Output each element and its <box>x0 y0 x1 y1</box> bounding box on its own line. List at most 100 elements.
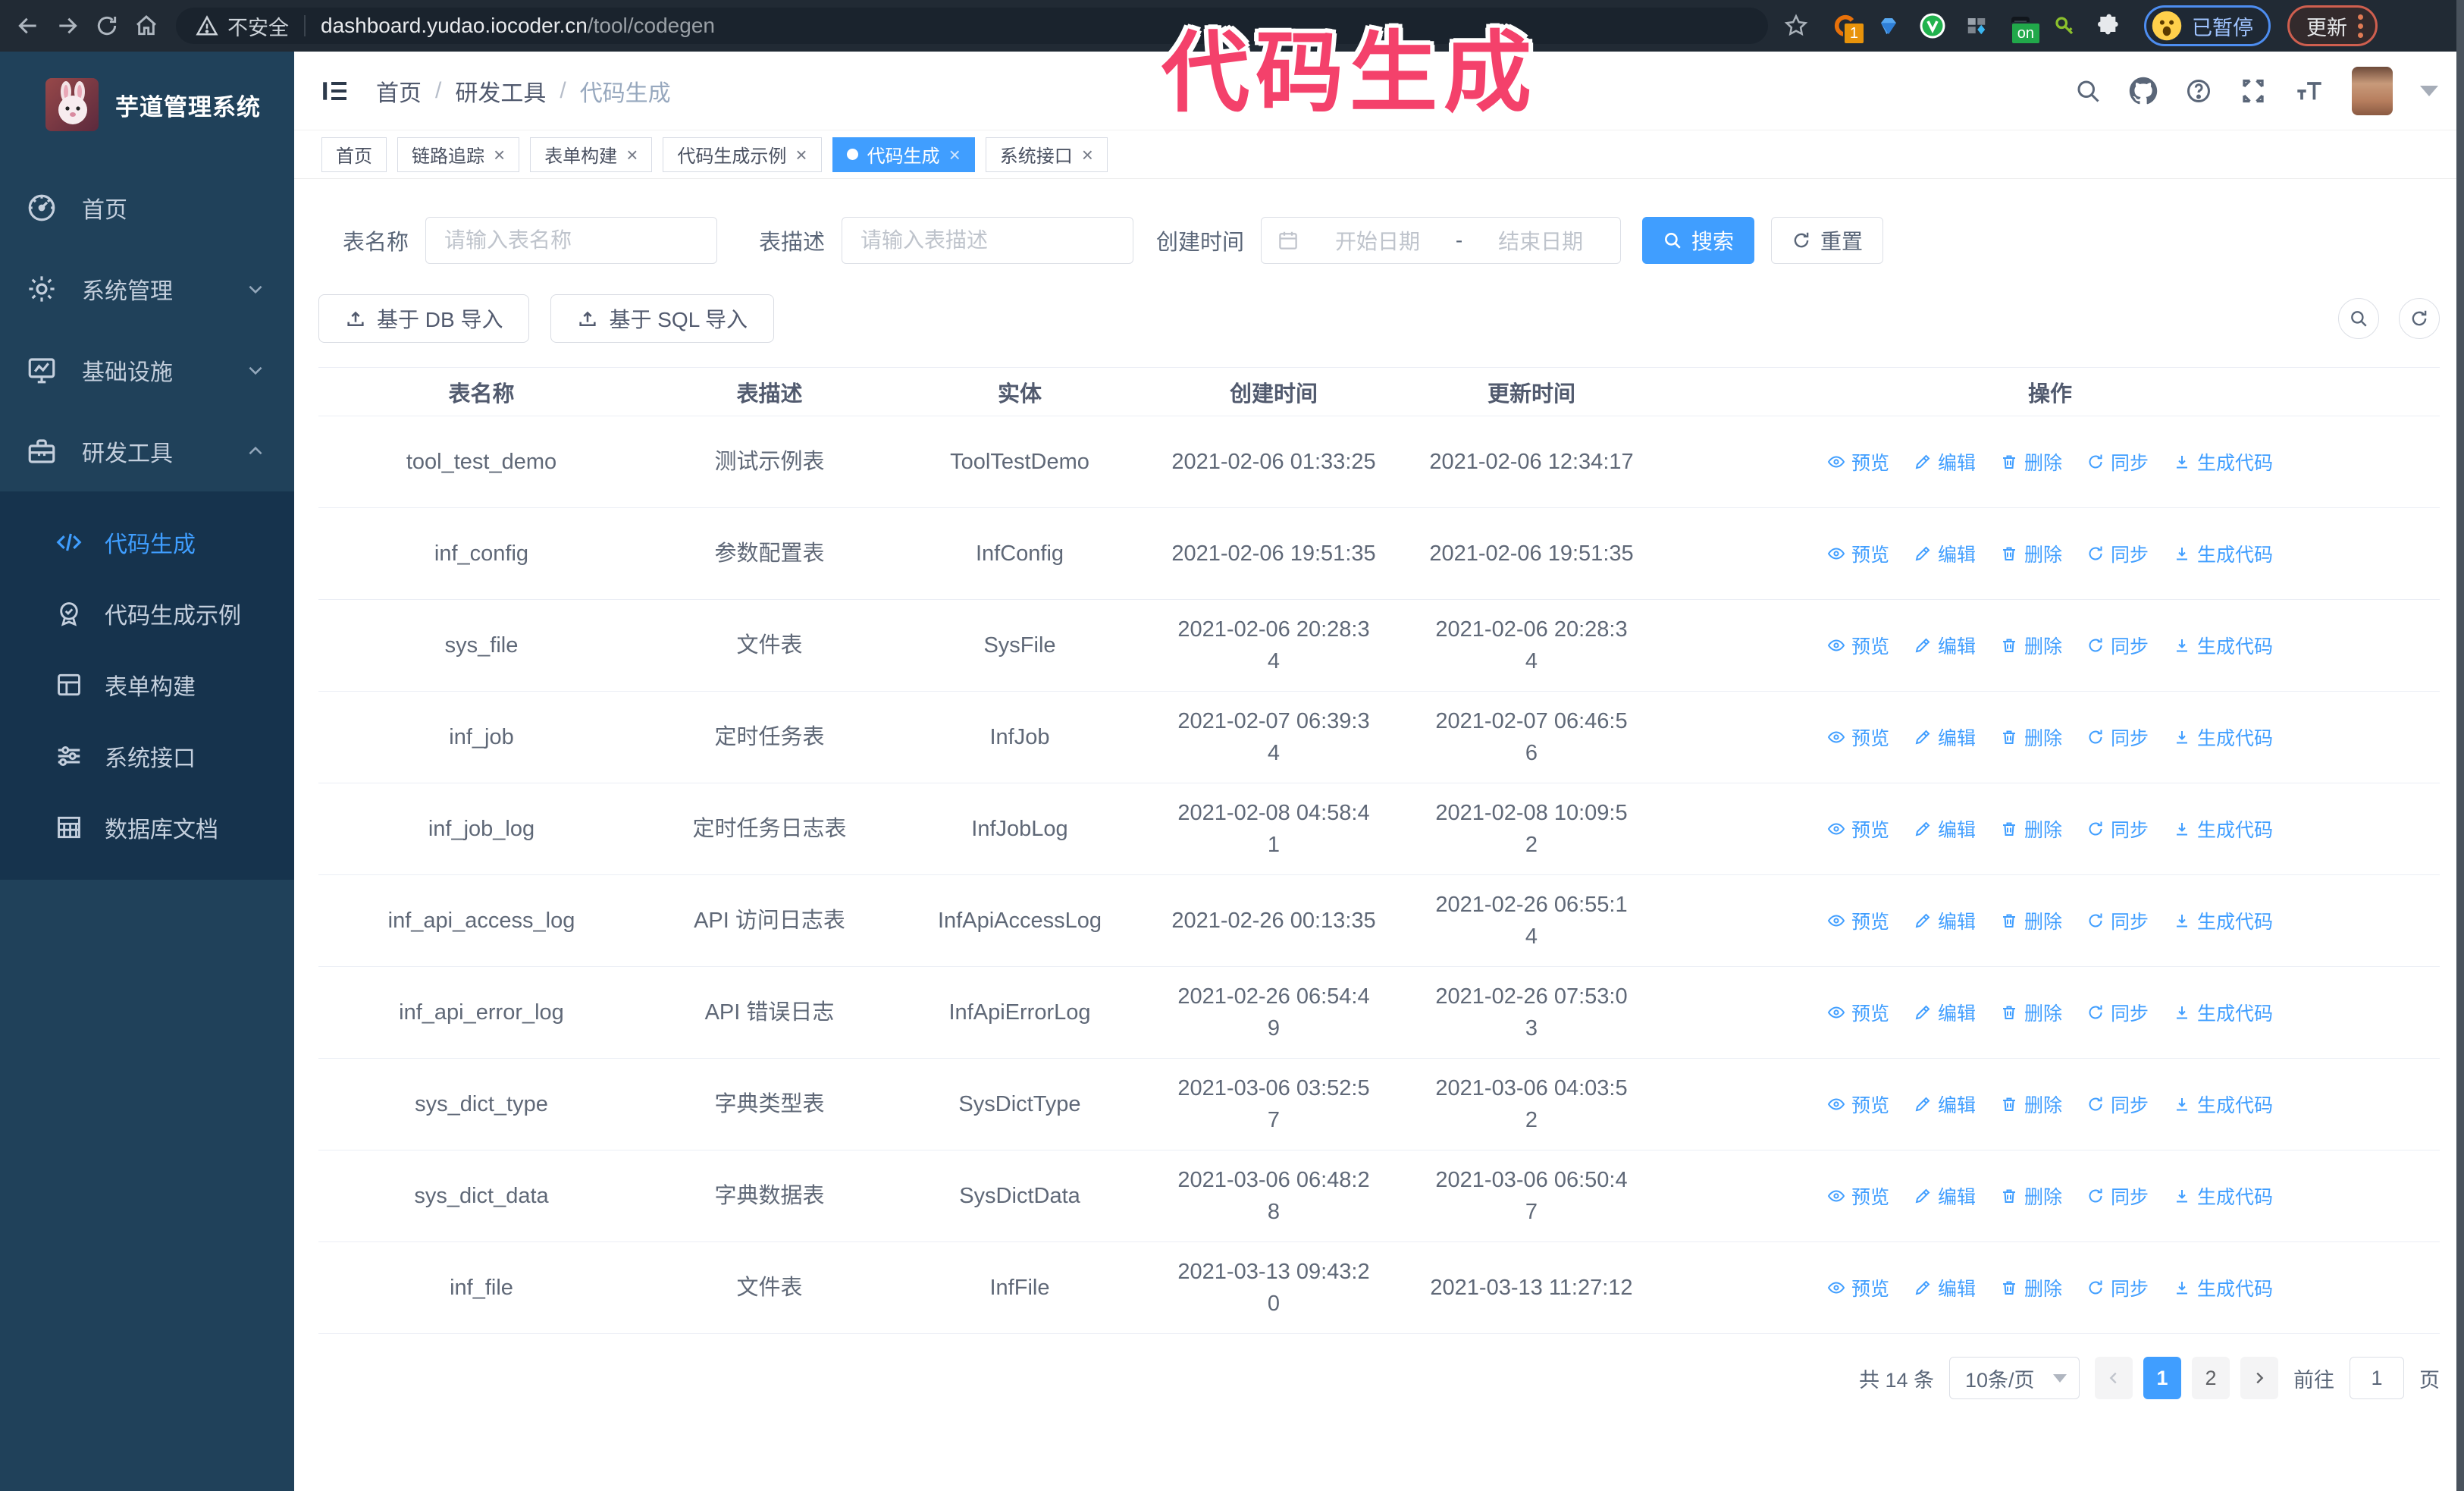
date-range-picker[interactable]: 开始日期 - 结束日期 <box>1261 217 1622 264</box>
tab-系统接口[interactable]: 系统接口 × <box>985 137 1108 172</box>
end-date-placeholder[interactable]: 结束日期 <box>1476 225 1605 256</box>
sidebar-item-infra[interactable]: 基础设施 <box>0 329 294 410</box>
close-tab-icon[interactable]: × <box>795 145 807 165</box>
action-edit-link[interactable]: 编辑 <box>1914 724 1976 751</box>
extension-orange-icon[interactable]: 1 <box>1830 11 1865 45</box>
action-sync-link[interactable]: 同步 <box>2086 448 2149 476</box>
action-edit-link[interactable]: 编辑 <box>1914 907 1976 934</box>
sidebar-subitem-form-builder[interactable]: 表单构建 <box>0 649 294 720</box>
action-delete-link[interactable]: 删除 <box>2000 1091 2062 1118</box>
extension-gem-icon[interactable] <box>1874 11 1903 40</box>
action-download-link[interactable]: 生成代码 <box>2173 1274 2273 1301</box>
extension-dark-on-icon[interactable]: on <box>2006 11 2041 45</box>
close-tab-icon[interactable]: × <box>494 145 505 165</box>
tab-首页[interactable]: 首页 <box>321 137 387 172</box>
tab-表单构建[interactable]: 表单构建 × <box>530 137 653 172</box>
action-edit-link[interactable]: 编辑 <box>1914 1274 1976 1301</box>
table-name-input[interactable] <box>425 217 718 264</box>
action-edit-link[interactable]: 编辑 <box>1914 448 1976 476</box>
action-delete-link[interactable]: 删除 <box>2000 999 2062 1026</box>
action-delete-link[interactable]: 删除 <box>2000 632 2062 659</box>
action-edit-link[interactable]: 编辑 <box>1914 540 1976 567</box>
action-delete-link[interactable]: 删除 <box>2000 540 2062 567</box>
address-bar[interactable]: 不安全 dashboard.yudao.iocoder.cn/tool/code… <box>176 8 1768 44</box>
close-tab-icon[interactable]: × <box>1082 145 1093 165</box>
action-download-link[interactable]: 生成代码 <box>2173 448 2273 476</box>
tab-代码生成[interactable]: 代码生成 × <box>832 137 975 172</box>
action-eye-link[interactable]: 预览 <box>1827 632 1889 659</box>
profile-paused-chip[interactable]: 已暂停 <box>2144 5 2271 46</box>
close-tab-icon[interactable]: × <box>949 145 961 165</box>
extension-green-check-icon[interactable] <box>1918 11 1947 40</box>
insecure-warning-icon[interactable] <box>196 14 218 37</box>
browser-menu-icon[interactable] <box>2358 14 2363 38</box>
action-edit-link[interactable]: 编辑 <box>1914 1091 1976 1118</box>
forward-icon[interactable] <box>50 8 85 43</box>
page-size-select[interactable]: 10条/页 <box>1949 1357 2080 1399</box>
goto-page-input[interactable] <box>2350 1357 2404 1399</box>
sidebar-subitem-system-api[interactable]: 系统接口 <box>0 720 294 792</box>
action-edit-link[interactable]: 编辑 <box>1914 1182 1976 1210</box>
action-download-link[interactable]: 生成代码 <box>2173 540 2273 567</box>
action-eye-link[interactable]: 预览 <box>1827 1274 1889 1301</box>
search-icon[interactable] <box>2074 77 2102 105</box>
action-delete-link[interactable]: 删除 <box>2000 448 2062 476</box>
action-edit-link[interactable]: 编辑 <box>1914 815 1976 843</box>
sidebar-subitem-codegen-example[interactable]: 代码生成示例 <box>0 578 294 649</box>
action-sync-link[interactable]: 同步 <box>2086 815 2149 843</box>
action-download-link[interactable]: 生成代码 <box>2173 1182 2273 1210</box>
action-edit-link[interactable]: 编辑 <box>1914 632 1976 659</box>
action-delete-link[interactable]: 删除 <box>2000 1182 2062 1210</box>
reload-icon[interactable] <box>89 8 124 43</box>
breadcrumb-devtools[interactable]: 研发工具 <box>455 74 546 108</box>
action-download-link[interactable]: 生成代码 <box>2173 632 2273 659</box>
url-path[interactable]: /tool/codegen <box>588 14 715 38</box>
reset-button[interactable]: 重置 <box>1771 217 1884 264</box>
import-db-button[interactable]: 基于 DB 导入 <box>318 294 530 343</box>
page-button-1[interactable]: 1 <box>2143 1357 2181 1399</box>
action-eye-link[interactable]: 预览 <box>1827 448 1889 476</box>
sidebar-item-system[interactable]: 系统管理 <box>0 248 294 329</box>
close-tab-icon[interactable]: × <box>626 145 638 165</box>
action-sync-link[interactable]: 同步 <box>2086 632 2149 659</box>
github-icon[interactable] <box>2129 77 2158 105</box>
action-delete-link[interactable]: 删除 <box>2000 724 2062 751</box>
action-eye-link[interactable]: 预览 <box>1827 724 1889 751</box>
action-sync-link[interactable]: 同步 <box>2086 724 2149 751</box>
help-icon[interactable] <box>2185 77 2212 105</box>
url-host[interactable]: dashboard.yudao.iocoder.cn <box>321 14 588 38</box>
action-sync-link[interactable]: 同步 <box>2086 1182 2149 1210</box>
fullscreen-icon[interactable] <box>2240 77 2267 105</box>
action-eye-link[interactable]: 预览 <box>1827 1091 1889 1118</box>
action-eye-link[interactable]: 预览 <box>1827 999 1889 1026</box>
action-sync-link[interactable]: 同步 <box>2086 999 2149 1026</box>
tab-链路追踪[interactable]: 链路追踪 × <box>397 137 520 172</box>
user-avatar[interactable] <box>2352 66 2393 115</box>
action-delete-link[interactable]: 删除 <box>2000 1274 2062 1301</box>
prev-page-button[interactable] <box>2095 1357 2133 1399</box>
sidebar-subitem-db-doc[interactable]: 数据库文档 <box>0 792 294 863</box>
sidebar-item-devtools[interactable]: 研发工具 <box>0 410 294 491</box>
next-page-button[interactable] <box>2240 1357 2278 1399</box>
search-button[interactable]: 搜索 <box>1642 217 1755 264</box>
action-eye-link[interactable]: 预览 <box>1827 907 1889 934</box>
page-button-2[interactable]: 2 <box>2192 1357 2230 1399</box>
action-download-link[interactable]: 生成代码 <box>2173 907 2273 934</box>
extension-key-icon[interactable] <box>2050 11 2079 40</box>
bookmark-star-icon[interactable] <box>1783 13 1809 39</box>
sidebar-item-home[interactable]: 首页 <box>0 167 294 248</box>
security-label[interactable]: 不安全 <box>227 11 289 41</box>
action-download-link[interactable]: 生成代码 <box>2173 724 2273 751</box>
update-button[interactable]: 更新 <box>2287 5 2378 46</box>
action-sync-link[interactable]: 同步 <box>2086 540 2149 567</box>
action-download-link[interactable]: 生成代码 <box>2173 1091 2273 1118</box>
action-eye-link[interactable]: 预览 <box>1827 1182 1889 1210</box>
action-delete-link[interactable]: 删除 <box>2000 815 2062 843</box>
action-eye-link[interactable]: 预览 <box>1827 540 1889 567</box>
action-download-link[interactable]: 生成代码 <box>2173 999 2273 1026</box>
table-desc-input[interactable] <box>842 217 1134 264</box>
action-sync-link[interactable]: 同步 <box>2086 907 2149 934</box>
extension-tabs-icon[interactable] <box>1962 11 1991 40</box>
toggle-search-button[interactable] <box>2338 298 2379 339</box>
action-sync-link[interactable]: 同步 <box>2086 1091 2149 1118</box>
